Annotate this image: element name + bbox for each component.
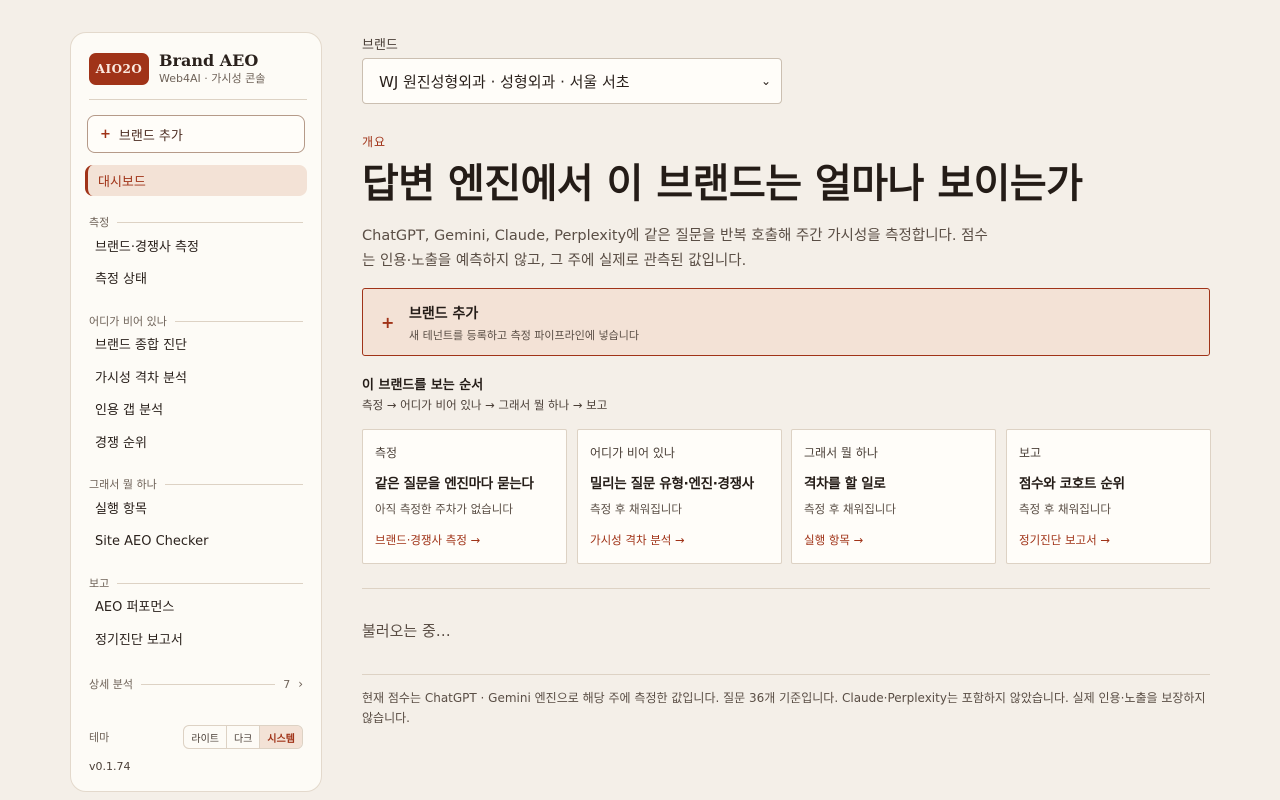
chevron-down-icon: ⌄ [760,74,771,88]
step-card-title: 격차를 할 일로 [804,476,886,492]
plus-icon: + [381,313,395,332]
loading-text: 불러오는 중… [362,622,451,640]
step-card-link[interactable]: 가시성 격차 분석 → [590,532,685,548]
step-card-link[interactable]: 실행 항목 → [804,532,863,548]
add-brand-card-title: 브랜드 추가 [409,306,479,322]
chevron-right-icon: › [298,677,303,691]
add-brand-button[interactable]: + 브랜드 추가 [87,115,305,153]
step-card-link[interactable]: 정기진단 보고서 → [1019,532,1110,548]
step-card-report: 보고 점수와 코호트 순위 측정 후 채워집니다 정기진단 보고서 → [1006,429,1211,564]
order-title: 이 브랜드를 보는 순서 [362,378,484,393]
step-card-status: 측정 후 채워집니다 [590,502,682,516]
detail-label: 상세 분석 [89,678,133,691]
sidebar-item-measure-status[interactable]: 측정 상태 [95,272,147,288]
divider [362,588,1210,589]
step-card-where: 어디가 비어 있나 밀리는 질문 유형·엔진·경쟁사 측정 후 채워집니다 가시… [577,429,782,564]
theme-switch: 라이트 다크 시스템 [183,725,303,749]
theme-option-system[interactable]: 시스템 [260,726,302,748]
step-card-eyebrow: 그래서 뭘 하나 [804,446,878,460]
brand-select[interactable]: WJ 원진성형외과 · 성형외과 · 서울 서초 ⌄ [362,58,782,104]
step-card-eyebrow: 어디가 비어 있나 [590,446,675,460]
sidebar-item-brand-diagnosis[interactable]: 브랜드 종합 진단 [95,338,187,354]
step-card-eyebrow: 보고 [1019,446,1042,460]
sidebar-item-aeo-performance[interactable]: AEO 퍼포먼스 [95,600,174,616]
sidebar-item-periodic-report[interactable]: 정기진단 보고서 [95,633,183,649]
step-card-title: 밀리는 질문 유형·엔진·경쟁사 [590,476,754,492]
step-card-status: 측정 후 채워집니다 [1019,502,1111,516]
add-brand-label: 브랜드 추가 [118,128,183,144]
sidebar-item-label: 대시보드 [98,175,146,190]
section-label-where: 어디가 비어 있나 [89,313,303,329]
sidebar-item-action-items[interactable]: 실행 항목 [95,502,147,518]
step-card-status: 측정 후 채워집니다 [804,502,896,516]
sidebar-item-competitive-rank[interactable]: 경쟁 순위 [95,436,147,452]
sidebar: AIO2O Brand AEO Web4AI · 가시성 콘솔 + 브랜드 추가… [70,32,322,792]
add-brand-card-subtitle: 새 테넌트를 등록하고 측정 파이프라인에 넣습니다 [409,329,640,342]
detail-analysis-toggle[interactable]: 상세 분석 7 › [89,676,303,692]
step-card-todo: 그래서 뭘 하나 격차를 할 일로 측정 후 채워집니다 실행 항목 → [791,429,996,564]
app-subtitle: Web4AI · 가시성 콘솔 [159,72,266,85]
sidebar-item-brand-competitor-measure[interactable]: 브랜드·경쟁사 측정 [95,240,199,256]
page-title: 답변 엔진에서 이 브랜드는 얼마나 보이는가 [362,161,1083,207]
brand-select-label: 브랜드 [362,38,398,53]
sidebar-item-site-aeo-checker[interactable]: Site AEO Checker [95,534,208,550]
section-label-todo: 그래서 뭘 하나 [89,476,303,492]
step-card-title: 같은 질문을 엔진마다 묻는다 [375,476,534,492]
section-label-report: 보고 [89,575,303,591]
step-card-measure: 측정 같은 질문을 엔진마다 묻는다 아직 측정한 주차가 없습니다 브랜드·경… [362,429,567,564]
page-description: ChatGPT, Gemini, Claude, Perplexity에 같은 … [362,228,988,269]
logo[interactable]: AIO2O Brand AEO Web4AI · 가시성 콘솔 [89,51,265,86]
plus-icon: + [100,126,111,142]
step-card-title: 점수와 코호트 순위 [1019,476,1125,492]
brand-select-value: WJ 원진성형외과 · 성형외과 · 서울 서초 [379,72,630,91]
logo-badge: AIO2O [89,52,149,85]
sidebar-item-citation-gap[interactable]: 인용 갭 분석 [95,403,163,419]
theme-option-light[interactable]: 라이트 [184,726,227,748]
app-version: v0.1.74 [89,760,131,773]
step-cards: 측정 같은 질문을 엔진마다 묻는다 아직 측정한 주차가 없습니다 브랜드·경… [362,429,1211,564]
theme-label: 테마 [89,731,110,744]
theme-option-dark[interactable]: 다크 [227,726,261,748]
order-path: 측정 → 어디가 비어 있나 → 그래서 뭘 하나 → 보고 [362,398,608,412]
add-brand-card[interactable]: + 브랜드 추가 새 테넌트를 등록하고 측정 파이프라인에 넣습니다 [362,288,1210,356]
theme-row: 테마 라이트 다크 시스템 [89,725,303,749]
main-content: 브랜드 WJ 원진성형외과 · 성형외과 · 서울 서초 ⌄ 개요 답변 엔진에… [362,0,1211,800]
sidebar-item-visibility-gap[interactable]: 가시성 격차 분석 [95,371,187,387]
section-label-measure: 측정 [89,214,303,230]
section-eyebrow: 개요 [362,135,387,149]
footnote: 현재 점수는 ChatGPT · Gemini 엔진으로 해당 주에 측정한 값… [362,691,1206,725]
app-title: Brand AEO [159,51,259,70]
step-card-status: 아직 측정한 주차가 없습니다 [375,502,513,516]
divider [89,99,307,100]
detail-count: 7 [283,677,291,691]
step-card-eyebrow: 측정 [375,446,398,460]
step-card-link[interactable]: 브랜드·경쟁사 측정 → [375,532,480,548]
sidebar-item-dashboard[interactable]: 대시보드 [85,165,307,196]
divider [362,674,1210,675]
